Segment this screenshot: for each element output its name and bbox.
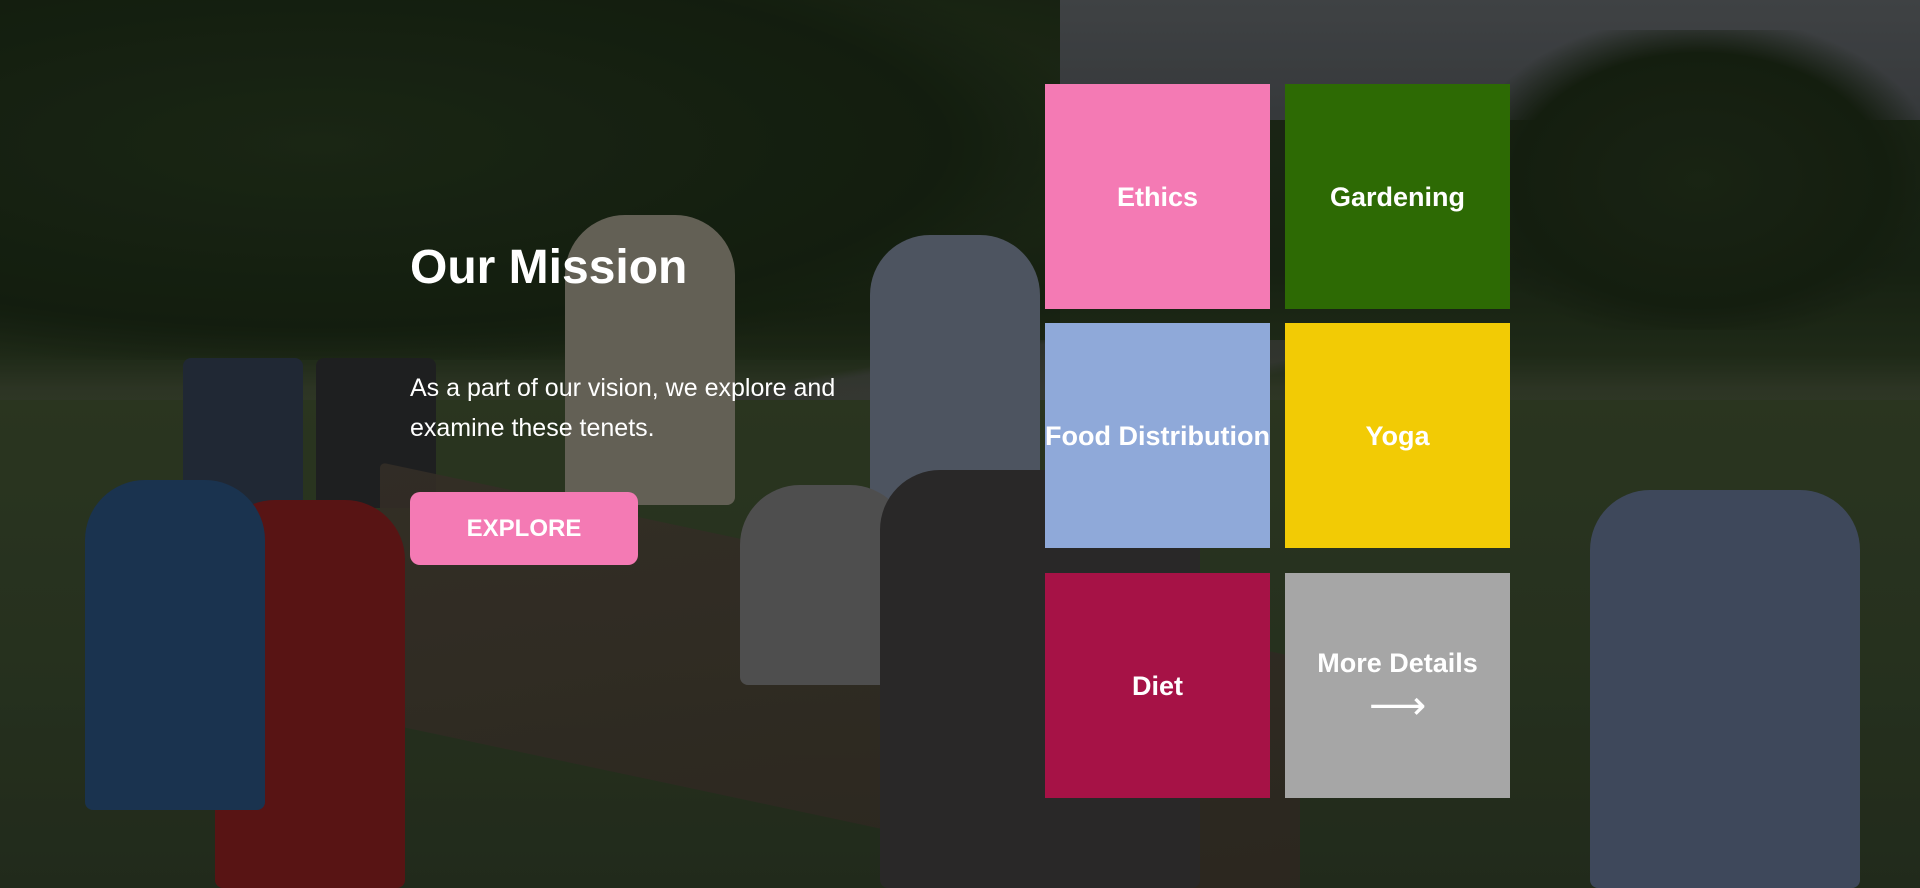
tile-ethics[interactable]: Ethics [1045,84,1270,309]
tile-label: Food Distribution [1045,420,1270,451]
hero-background-photo [0,0,1920,888]
tile-label: Yoga [1365,420,1430,451]
tile-gardening[interactable]: Gardening [1285,84,1510,309]
tile-label: Gardening [1329,181,1465,212]
tile-diet[interactable]: Diet [1045,573,1270,798]
tile-label: Ethics [1116,181,1199,212]
explore-button[interactable]: EXPLORE [410,492,638,565]
mission-title: Our Mission [410,241,688,294]
tile-yoga[interactable]: Yoga [1285,323,1510,548]
dark-overlay [0,0,1920,888]
tile-food-distribution[interactable]: Food Distribution [1045,323,1270,548]
tile-more-details[interactable]: More Details ⟶ [1285,573,1510,798]
mission-description: As a part of our vision, we explore and … [410,374,836,442]
tile-label: Diet [1131,670,1183,701]
tile-label: More Details [1317,647,1478,678]
arrow-right-icon: ⟶ [1368,683,1427,728]
